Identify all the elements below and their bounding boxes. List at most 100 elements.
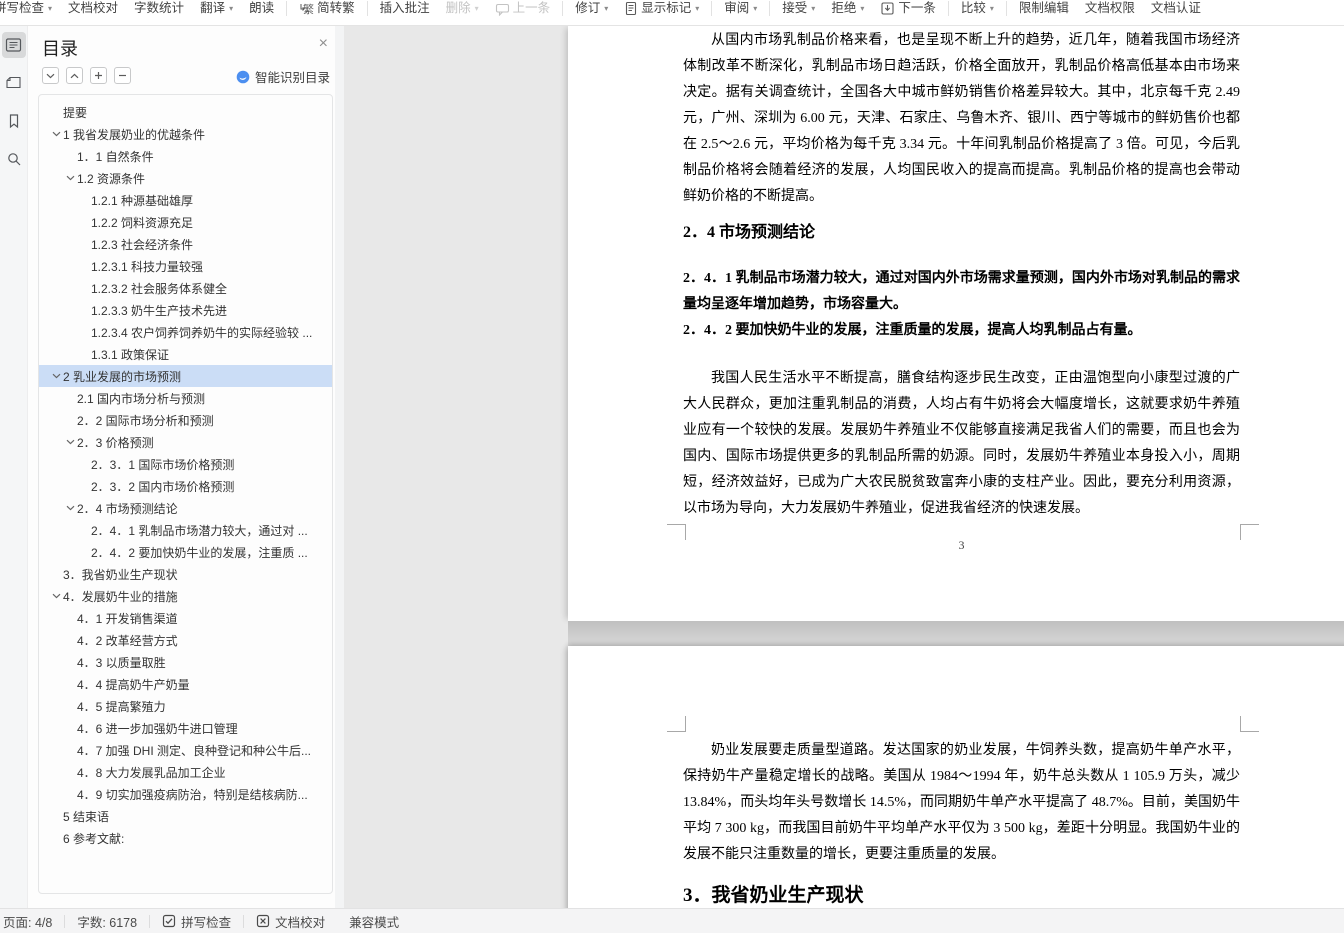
dropdown-caret-icon: ▾ [811,4,816,13]
page-indicator[interactable]: 页面: 4/8 [0,909,64,933]
toc-item-label: 2．2 国际市场分析和预测 [77,413,214,428]
toc-item[interactable]: 1.2.3 社会经济条件 [39,233,332,255]
toc-item-label: 5 结束语 [63,809,110,824]
toc-pane-button[interactable] [1,32,26,58]
accept-button[interactable]: 接受 ▾ [774,0,823,17]
toc-item-label: 1.2.2 饲料资源充足 [91,215,194,230]
toc-item[interactable]: 1．1 自然条件 [39,145,332,167]
insert-comment-button[interactable]: 插入批注 [372,0,438,17]
toc-item[interactable]: 2．3．2 国内市场价格预测 [39,475,332,497]
translate-button[interactable]: 翻译 ▾ [192,0,241,17]
chevron-down-icon[interactable] [49,131,63,137]
toc-item[interactable]: 1.2 资源条件 [39,167,332,189]
toc-item[interactable]: 4．4 提高奶牛产奶量 [39,673,332,695]
toc-item[interactable]: 1.2.3.3 奶牛生产技术先进 [39,299,332,321]
simplified-to-traditional-button[interactable]: 繁简转繁 [291,0,363,17]
panel-resizer[interactable] [335,26,344,908]
toc-item[interactable]: 4．5 提高繁殖力 [39,695,332,717]
spellcheck-toggle[interactable]: 拼写检查 [150,909,243,933]
smart-recognize-toc-button[interactable]: 智能识别目录 [236,67,330,86]
toc-item[interactable]: 3．我省奶业生产现状 [39,563,332,585]
read-aloud-button[interactable]: 朗读 [241,0,282,17]
chevron-down-icon[interactable] [63,505,77,511]
toc-item[interactable]: 2．4．1 乳制品市场潜力较大，通过对 ... [39,519,332,541]
toc-item-label: 提要 [63,105,88,120]
toc-item[interactable]: 2．4．2 要加快奶牛业的发展，注重质 ... [39,541,332,563]
proofread-toggle[interactable]: 文档校对 [244,909,337,933]
annotation-pane-button[interactable] [2,70,26,96]
toc-item-label: 2．3．2 国内市场价格预测 [91,479,235,494]
toc-item-label: 4．6 进一步加强奶牛进口管理 [77,721,238,736]
chevron-down-icon[interactable] [63,439,77,445]
track-changes-button[interactable]: 修订 ▾ [567,0,616,17]
annotation-pane-icon [5,75,22,91]
toolbar-separator [711,1,713,16]
review-button[interactable]: 审阅 ▾ [716,0,765,17]
expand-level-button[interactable] [90,67,107,84]
chevron-down-icon[interactable] [49,373,63,379]
toc-item-label: 4．7 加强 DHI 测定、良种登记和种公牛后... [77,743,312,758]
toolbar-item-label: 比较 [960,1,986,15]
chevron-down-icon[interactable] [63,175,77,181]
collapse-all-button[interactable] [42,67,59,84]
spellcheck-check-icon [162,914,176,928]
reject-button[interactable]: 拒绝 ▾ [823,0,872,17]
doc-proofread-button[interactable]: 文档校对 [60,0,126,17]
toolbar-item-label: 接受 [782,1,808,15]
doc-permission-button[interactable]: 文档权限 [1077,0,1143,17]
toc-item[interactable]: 4．2 改革经营方式 [39,629,332,651]
prev-comment-icon [495,2,510,16]
toc-item[interactable]: 1 我省发展奶业的优越条件 [39,123,332,145]
toc-item[interactable]: 1.2.3.2 社会服务体系健全 [39,277,332,299]
toc-item[interactable]: 2．2 国际市场分析和预测 [39,409,332,431]
toc-item-label: 2.1 国内市场分析与预测 [77,391,206,406]
margin-mark-top-left [667,716,686,732]
word-count-button[interactable]: 字数统计 [126,0,192,17]
doc-authentication-button[interactable]: 文档认证 [1143,0,1209,17]
word-count-indicator[interactable]: 字数: 6178 [65,909,149,933]
toc-item[interactable]: 4．9 切实加强疫病防治，特别是结核病防... [39,783,332,805]
toc-item[interactable]: 4．7 加强 DHI 测定、良种登记和种公牛后... [39,739,332,761]
search-pane-button[interactable] [2,146,26,172]
next-change-button[interactable]: 下一条 [872,0,944,17]
toc-item[interactable]: 4．3 以质量取胜 [39,651,332,673]
toolbar-item-label: 删除 [445,1,471,15]
toc-item[interactable]: 6 参考文献: [39,827,332,849]
restrict-editing-button[interactable]: 限制编辑 [1011,0,1077,17]
toc-item[interactable]: 4．8 大力发展乳品加工企业 [39,761,332,783]
toc-item[interactable]: 5 结束语 [39,805,332,827]
toc-item[interactable]: 1.2.2 饲料资源充足 [39,211,332,233]
paragraph-quality-road: 奶业发展要走质量型道路。发达国家的奶业发展，牛饲养头数，提高奶牛单产水平，保持奶… [683,743,1240,862]
toolbar-group: 接受 ▾ 拒绝 ▾ 下一条 [774,0,944,17]
toc-item[interactable]: 2．4 市场预测结论 [39,497,332,519]
show-markup-button[interactable]: 显示标记 ▾ [616,0,707,17]
toc-item[interactable]: 1.3.1 政策保证 [39,343,332,365]
paragraph-livelihood: 我国人民生活水平不断提高，膳食结构逐步民生改变，正由温饱型向小康型过渡的广大人民… [683,371,1240,516]
collapse-level-button[interactable] [114,67,131,84]
toolbar-item-label: 文档权限 [1084,1,1135,15]
toc-item[interactable]: 1.2.3.4 农户饲养饲养奶牛的实际经验较 ... [39,321,332,343]
close-icon[interactable]: × [319,36,328,52]
chevron-down-icon[interactable] [49,593,63,599]
bookmark-pane-button[interactable] [2,108,26,134]
toc-item-label: 2．4 市场预测结论 [77,501,178,516]
toc-item[interactable]: 2.1 国内市场分析与预测 [39,387,332,409]
smart-toc-label: 智能识别目录 [254,71,330,85]
toc-item[interactable]: 4．发展奶牛业的措施 [39,585,332,607]
spellcheck-button[interactable]: 拼写检查▾ [0,0,60,17]
toc-item[interactable]: 1.2.1 种源基础雄厚 [39,189,332,211]
compare-button[interactable]: 比较 ▾ [953,0,1002,17]
toc-item[interactable]: 2．3．1 国际市场价格预测 [39,453,332,475]
toc-item[interactable]: 1.2.3.1 科技力量较强 [39,255,332,277]
toc-item[interactable]: 提要 [39,101,332,123]
toc-item[interactable]: 4．1 开发销售渠道 [39,607,332,629]
document-canvas: 从国内市场乳制品价格来看，也是呈现不断上升的趋势，近几年，随着我国市场经济体制改… [344,26,1344,908]
expand-all-button[interactable] [66,67,83,84]
toc-item[interactable]: 4．6 进一步加强奶牛进口管理 [39,717,332,739]
toc-item-label: 4．3 以质量取胜 [77,655,166,670]
toc-item[interactable]: 2 乳业发展的市场预测 [39,365,332,387]
page-separator [568,621,1344,646]
toc-item[interactable]: 2．3 价格预测 [39,431,332,453]
toolbar-item-label: 文档认证 [1150,1,1201,15]
toolbar-separator [947,1,949,16]
